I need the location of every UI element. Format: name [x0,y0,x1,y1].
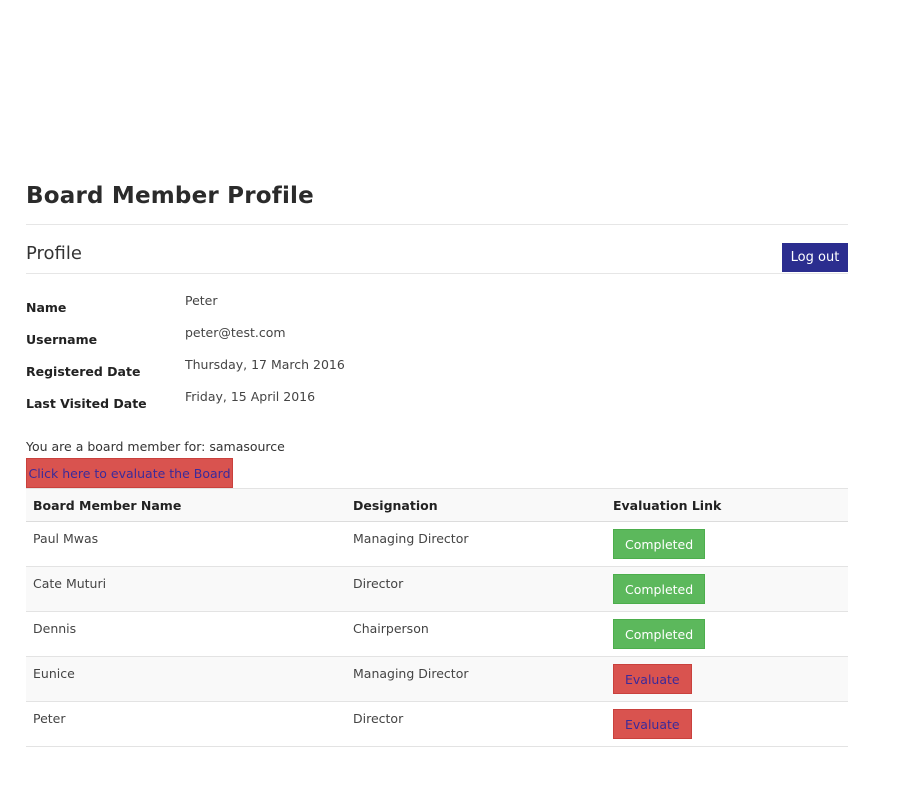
profile-row-username: Username peter@test.com [26,324,526,356]
logout-button[interactable]: Log out [782,243,848,272]
profile-row-registered-date: Registered Date Thursday, 17 March 2016 [26,356,526,388]
profile-value-name: Peter [185,293,218,308]
designation-cell: Managing Director [346,656,606,702]
member-name: Paul Mwas [33,531,99,546]
column-header-evaluation-link: Evaluation Link [606,488,848,522]
table-row: Eunice Managing Director Evaluate [26,656,848,702]
completed-button[interactable]: Completed [613,574,706,604]
completed-button[interactable]: Completed [613,619,706,649]
board-members-table: Board Member Name Designation Evaluation… [26,488,848,747]
title-divider [26,224,848,225]
member-name: Eunice [33,666,75,681]
page-title: Board Member Profile [26,183,314,209]
profile-label-username: Username [26,332,98,347]
evaluation-link-cell: Evaluate [606,701,848,747]
profile-details: Name Peter Username peter@test.com Regis… [26,292,526,420]
completed-button[interactable]: Completed [613,529,706,559]
member-designation: Director [353,576,404,591]
profile-label-registered-date: Registered Date [26,364,141,379]
evaluation-link-cell: Completed [606,611,848,657]
profile-label-name: Name [26,300,67,315]
table-header-row: Board Member Name Designation Evaluation… [26,488,848,522]
designation-cell: Chairperson [346,611,606,657]
member-name-cell: Paul Mwas [26,521,346,567]
column-header-board-member-name: Board Member Name [26,488,346,522]
member-name-cell: Cate Muturi [26,566,346,612]
evaluation-link-cell: Completed [606,566,848,612]
profile-value-username: peter@test.com [185,325,286,340]
profile-value-registered-date: Thursday, 17 March 2016 [185,357,345,372]
member-name: Peter [33,711,66,726]
evaluation-link-cell: Completed [606,521,848,567]
designation-cell: Director [346,701,606,747]
table-row: Paul Mwas Managing Director Completed [26,521,848,567]
member-designation: Managing Director [353,531,469,546]
profile-row-last-visited-date: Last Visited Date Friday, 15 April 2016 [26,388,526,420]
board-member-profile-page: Board Member Profile Profile Log out Nam… [0,0,900,785]
section-title-profile: Profile [26,243,82,264]
profile-value-last-visited-date: Friday, 15 April 2016 [185,389,316,404]
designation-cell: Director [346,566,606,612]
evaluate-button[interactable]: Evaluate [613,709,692,739]
evaluate-board-button[interactable]: Click here to evaluate the Board [26,458,233,488]
column-header-designation: Designation [346,488,606,522]
table-row: Peter Director Evaluate [26,701,848,747]
designation-cell: Managing Director [346,521,606,567]
evaluate-button[interactable]: Evaluate [613,664,692,694]
evaluation-link-cell: Evaluate [606,656,848,702]
board-membership-note: You are a board member for: samasource [26,439,285,454]
profile-label-last-visited-date: Last Visited Date [26,396,147,411]
table-row: Dennis Chairperson Completed [26,611,848,657]
member-designation: Managing Director [353,666,469,681]
member-designation: Director [353,711,404,726]
member-name-cell: Eunice [26,656,346,702]
member-name: Dennis [33,621,77,636]
member-name: Cate Muturi [33,576,107,591]
member-designation: Chairperson [353,621,429,636]
member-name-cell: Dennis [26,611,346,657]
profile-row-name: Name Peter [26,292,526,324]
member-name-cell: Peter [26,701,346,747]
profile-divider [26,273,848,274]
table-row: Cate Muturi Director Completed [26,566,848,612]
